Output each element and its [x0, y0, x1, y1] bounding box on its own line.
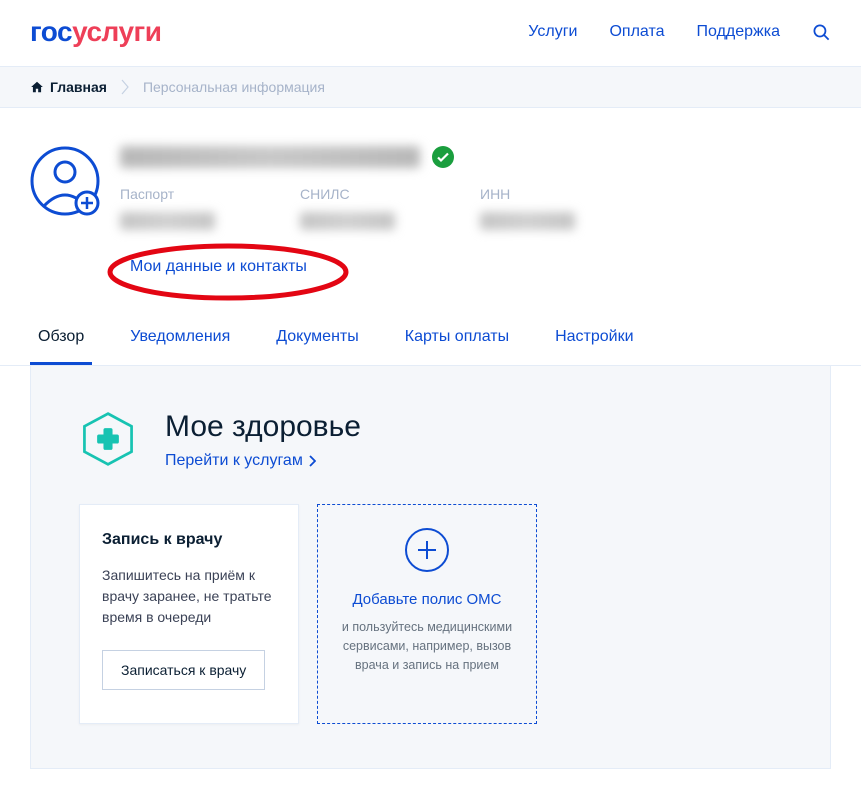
- passport-col: Паспорт: [120, 186, 240, 230]
- tab-documents[interactable]: Документы: [268, 314, 366, 365]
- main-nav: Услуги Оплата Поддержка: [528, 23, 831, 42]
- tab-payment-cards[interactable]: Карты оплаты: [397, 314, 517, 365]
- tab-notifications[interactable]: Уведомления: [122, 314, 238, 365]
- breadcrumb-home[interactable]: Главная: [30, 79, 107, 95]
- user-name-blurred: [120, 146, 420, 168]
- documents-row: Паспорт СНИЛС ИНН: [120, 186, 831, 230]
- logo[interactable]: госуслуги: [30, 16, 161, 48]
- health-go-link-label: Перейти к услугам: [165, 452, 303, 470]
- passport-value-blurred: [120, 212, 215, 230]
- health-icon: [79, 410, 137, 468]
- add-oms-link[interactable]: Добавьте полис ОМС: [352, 591, 501, 608]
- profile-info: Паспорт СНИЛС ИНН Мои данные и контакты: [120, 146, 831, 276]
- inn-value-blurred: [480, 212, 575, 230]
- profile-section: Паспорт СНИЛС ИНН Мои данные и контакты: [0, 108, 861, 296]
- my-data-link[interactable]: Мои данные и контакты: [120, 254, 317, 279]
- search-icon[interactable]: [812, 23, 831, 42]
- chevron-right-icon: [309, 455, 316, 467]
- home-icon: [30, 80, 44, 94]
- card-text: Запишитесь на приём к врачу заранее, не …: [102, 565, 276, 628]
- breadcrumb-current: Персональная информация: [143, 79, 325, 95]
- add-oms-text: и пользуйтесь медицинскими сервисами, на…: [336, 618, 518, 674]
- doctor-appointment-card: Запись к врачу Запишитесь на приём к вра…: [79, 504, 299, 724]
- chevron-right-icon: [121, 79, 129, 95]
- snils-label: СНИЛС: [300, 186, 420, 202]
- tabs: Обзор Уведомления Документы Карты оплаты…: [0, 314, 861, 366]
- inn-col: ИНН: [480, 186, 600, 230]
- inn-label: ИНН: [480, 186, 600, 202]
- book-appointment-button[interactable]: Записаться к врачу: [102, 650, 265, 690]
- tab-overview[interactable]: Обзор: [30, 314, 92, 365]
- verified-icon: [432, 146, 454, 168]
- avatar[interactable]: [30, 146, 100, 216]
- content-panel: Мое здоровье Перейти к услугам Запись к …: [30, 366, 831, 769]
- header: госуслуги Услуги Оплата Поддержка: [0, 0, 861, 66]
- logo-part-blue: гос: [30, 16, 72, 47]
- add-oms-card[interactable]: Добавьте полис ОМС и пользуйтесь медицин…: [317, 504, 537, 724]
- card-title: Запись к врачу: [102, 531, 276, 549]
- nav-support[interactable]: Поддержка: [697, 23, 780, 41]
- passport-label: Паспорт: [120, 186, 240, 202]
- health-go-link[interactable]: Перейти к услугам: [165, 452, 316, 470]
- logo-part-red: услуги: [72, 16, 161, 47]
- tab-settings[interactable]: Настройки: [547, 314, 641, 365]
- plus-icon: [404, 527, 450, 573]
- health-header: Мое здоровье Перейти к услугам: [79, 410, 782, 470]
- breadcrumb-home-label: Главная: [50, 79, 107, 95]
- cards-row: Запись к врачу Запишитесь на приём к вра…: [79, 504, 782, 724]
- nav-payment[interactable]: Оплата: [609, 23, 664, 41]
- breadcrumb: Главная Персональная информация: [0, 66, 861, 108]
- nav-services[interactable]: Услуги: [528, 23, 577, 41]
- health-title: Мое здоровье: [165, 410, 361, 444]
- snils-value-blurred: [300, 212, 395, 230]
- snils-col: СНИЛС: [300, 186, 420, 230]
